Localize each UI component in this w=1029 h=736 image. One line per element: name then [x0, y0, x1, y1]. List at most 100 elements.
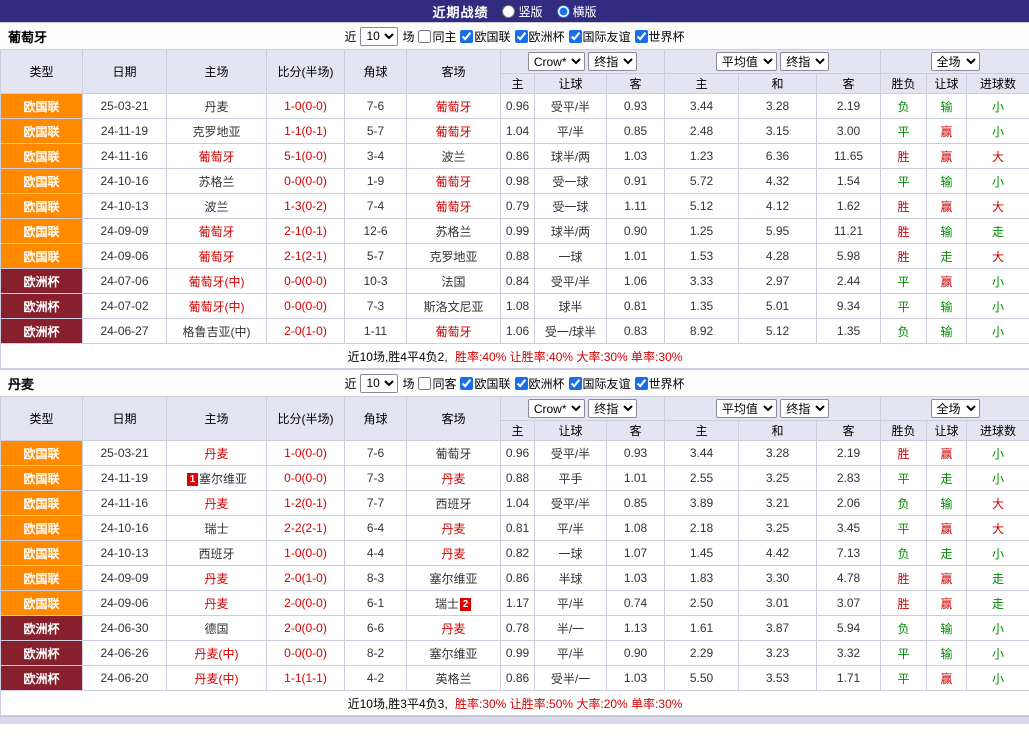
- team-name[interactable]: 瑞士: [204, 522, 228, 536]
- friendly-checkbox[interactable]: [569, 30, 582, 43]
- score-cell[interactable]: 0-0(0-0): [267, 169, 345, 194]
- team-name[interactable]: 克罗地亚: [192, 125, 240, 139]
- competition-cell[interactable]: 欧洲杯: [1, 641, 83, 666]
- horizontal-radio[interactable]: [557, 5, 570, 18]
- score-cell[interactable]: 0-0(0-0): [267, 294, 345, 319]
- competition-cell[interactable]: 欧国联: [1, 119, 83, 144]
- odds-time-select[interactable]: 终指: [588, 52, 637, 71]
- team-name[interactable]: 葡萄牙(中): [189, 275, 245, 289]
- same-venue-checkbox[interactable]: [418, 377, 431, 390]
- score-cell[interactable]: 5-1(0-0): [267, 144, 345, 169]
- layout-horizontal-option[interactable]: 横版: [557, 3, 597, 20]
- odds-time-select[interactable]: 终指: [588, 399, 637, 418]
- team-name[interactable]: 丹麦: [204, 597, 228, 611]
- score-cell[interactable]: 2-0(1-0): [267, 319, 345, 344]
- team-name[interactable]: 葡萄牙: [435, 447, 471, 461]
- score-cell[interactable]: 1-2(0-1): [267, 491, 345, 516]
- team-name[interactable]: 英格兰: [435, 672, 471, 686]
- competition-cell[interactable]: 欧国联: [1, 591, 83, 616]
- score-cell[interactable]: 2-0(1-0): [267, 566, 345, 591]
- competition-cell[interactable]: 欧国联: [1, 219, 83, 244]
- score-cell[interactable]: 2-1(2-1): [267, 244, 345, 269]
- team-name[interactable]: 苏格兰: [198, 175, 234, 189]
- competition-cell[interactable]: 欧国联: [1, 516, 83, 541]
- avg-time-select[interactable]: 终指: [780, 399, 829, 418]
- scope-select[interactable]: 全场: [931, 52, 980, 71]
- score-cell[interactable]: 1-1(0-1): [267, 119, 345, 144]
- layout-vertical-option[interactable]: 竖版: [502, 3, 542, 20]
- team-name[interactable]: 葡萄牙: [198, 225, 234, 239]
- avg-select[interactable]: 平均值: [716, 52, 777, 71]
- team-name[interactable]: 塞尔维亚: [429, 572, 477, 586]
- comp-filter-world-cup[interactable]: 世界杯: [635, 375, 685, 392]
- team-name[interactable]: 丹麦: [441, 547, 465, 561]
- team-name[interactable]: 1塞尔维亚: [186, 472, 247, 486]
- team-name[interactable]: 斯洛文尼亚: [423, 300, 483, 314]
- score-cell[interactable]: 0-0(0-0): [267, 269, 345, 294]
- recent-count-select[interactable]: 10: [360, 27, 398, 46]
- team-name[interactable]: 丹麦: [441, 522, 465, 536]
- competition-cell[interactable]: 欧国联: [1, 491, 83, 516]
- world-cup-checkbox[interactable]: [635, 377, 648, 390]
- competition-cell[interactable]: 欧国联: [1, 194, 83, 219]
- competition-cell[interactable]: 欧国联: [1, 541, 83, 566]
- team-name[interactable]: 丹麦: [204, 447, 228, 461]
- team-name[interactable]: 葡萄牙: [198, 250, 234, 264]
- team-name[interactable]: 波兰: [441, 150, 465, 164]
- team-name[interactable]: 丹麦(中): [195, 647, 239, 661]
- competition-cell[interactable]: 欧国联: [1, 94, 83, 119]
- team-name[interactable]: 葡萄牙: [435, 175, 471, 189]
- team-name[interactable]: 波兰: [204, 200, 228, 214]
- score-cell[interactable]: 1-0(0-0): [267, 94, 345, 119]
- team-name[interactable]: 葡萄牙(中): [189, 300, 245, 314]
- competition-cell[interactable]: 欧洲杯: [1, 616, 83, 641]
- team-name[interactable]: 塞尔维亚: [429, 647, 477, 661]
- team-name[interactable]: 丹麦: [441, 472, 465, 486]
- score-cell[interactable]: 2-2(2-1): [267, 516, 345, 541]
- euro-checkbox[interactable]: [515, 377, 528, 390]
- comp-filter-nations-league[interactable]: 欧国联: [460, 375, 510, 392]
- team-name[interactable]: 西班牙: [198, 547, 234, 561]
- competition-cell[interactable]: 欧国联: [1, 169, 83, 194]
- same-venue-filter[interactable]: 同主: [418, 28, 456, 45]
- friendly-checkbox[interactable]: [569, 377, 582, 390]
- score-cell[interactable]: 0-0(0-0): [267, 641, 345, 666]
- same-venue-checkbox[interactable]: [418, 30, 431, 43]
- comp-filter-euro[interactable]: 欧洲杯: [515, 375, 565, 392]
- competition-cell[interactable]: 欧洲杯: [1, 294, 83, 319]
- nations-league-checkbox[interactable]: [460, 377, 473, 390]
- team-name[interactable]: 丹麦(中): [195, 672, 239, 686]
- euro-checkbox[interactable]: [515, 30, 528, 43]
- score-cell[interactable]: 2-1(0-1): [267, 219, 345, 244]
- competition-cell[interactable]: 欧洲杯: [1, 666, 83, 691]
- score-cell[interactable]: 1-3(0-2): [267, 194, 345, 219]
- team-name[interactable]: 葡萄牙: [435, 125, 471, 139]
- team-name[interactable]: 丹麦: [441, 622, 465, 636]
- comp-filter-world-cup[interactable]: 世界杯: [635, 28, 685, 45]
- team-name[interactable]: 克罗地亚: [429, 250, 477, 264]
- competition-cell[interactable]: 欧国联: [1, 244, 83, 269]
- scope-select[interactable]: 全场: [931, 399, 980, 418]
- team-name[interactable]: 丹麦: [204, 497, 228, 511]
- team-name[interactable]: 瑞士2: [435, 597, 472, 611]
- score-cell[interactable]: 1-0(0-0): [267, 441, 345, 466]
- team-name[interactable]: 丹麦: [204, 100, 228, 114]
- nations-league-checkbox[interactable]: [460, 30, 473, 43]
- team-name[interactable]: 葡萄牙: [435, 100, 471, 114]
- same-venue-filter[interactable]: 同客: [418, 375, 456, 392]
- team-name[interactable]: 葡萄牙: [435, 325, 471, 339]
- score-cell[interactable]: 1-1(1-1): [267, 666, 345, 691]
- team-name[interactable]: 法国: [441, 275, 465, 289]
- odds-company-select[interactable]: Crow*: [528, 399, 585, 418]
- score-cell[interactable]: 2-0(0-0): [267, 616, 345, 641]
- team-name[interactable]: 格鲁吉亚(中): [183, 325, 251, 339]
- competition-cell[interactable]: 欧洲杯: [1, 269, 83, 294]
- vertical-radio[interactable]: [502, 5, 515, 18]
- comp-filter-friendly[interactable]: 国际友谊: [569, 375, 631, 392]
- world-cup-checkbox[interactable]: [635, 30, 648, 43]
- competition-cell[interactable]: 欧国联: [1, 466, 83, 491]
- competition-cell[interactable]: 欧国联: [1, 566, 83, 591]
- score-cell[interactable]: 1-0(0-0): [267, 541, 345, 566]
- team-name[interactable]: 德国: [204, 622, 228, 636]
- team-name[interactable]: 苏格兰: [435, 225, 471, 239]
